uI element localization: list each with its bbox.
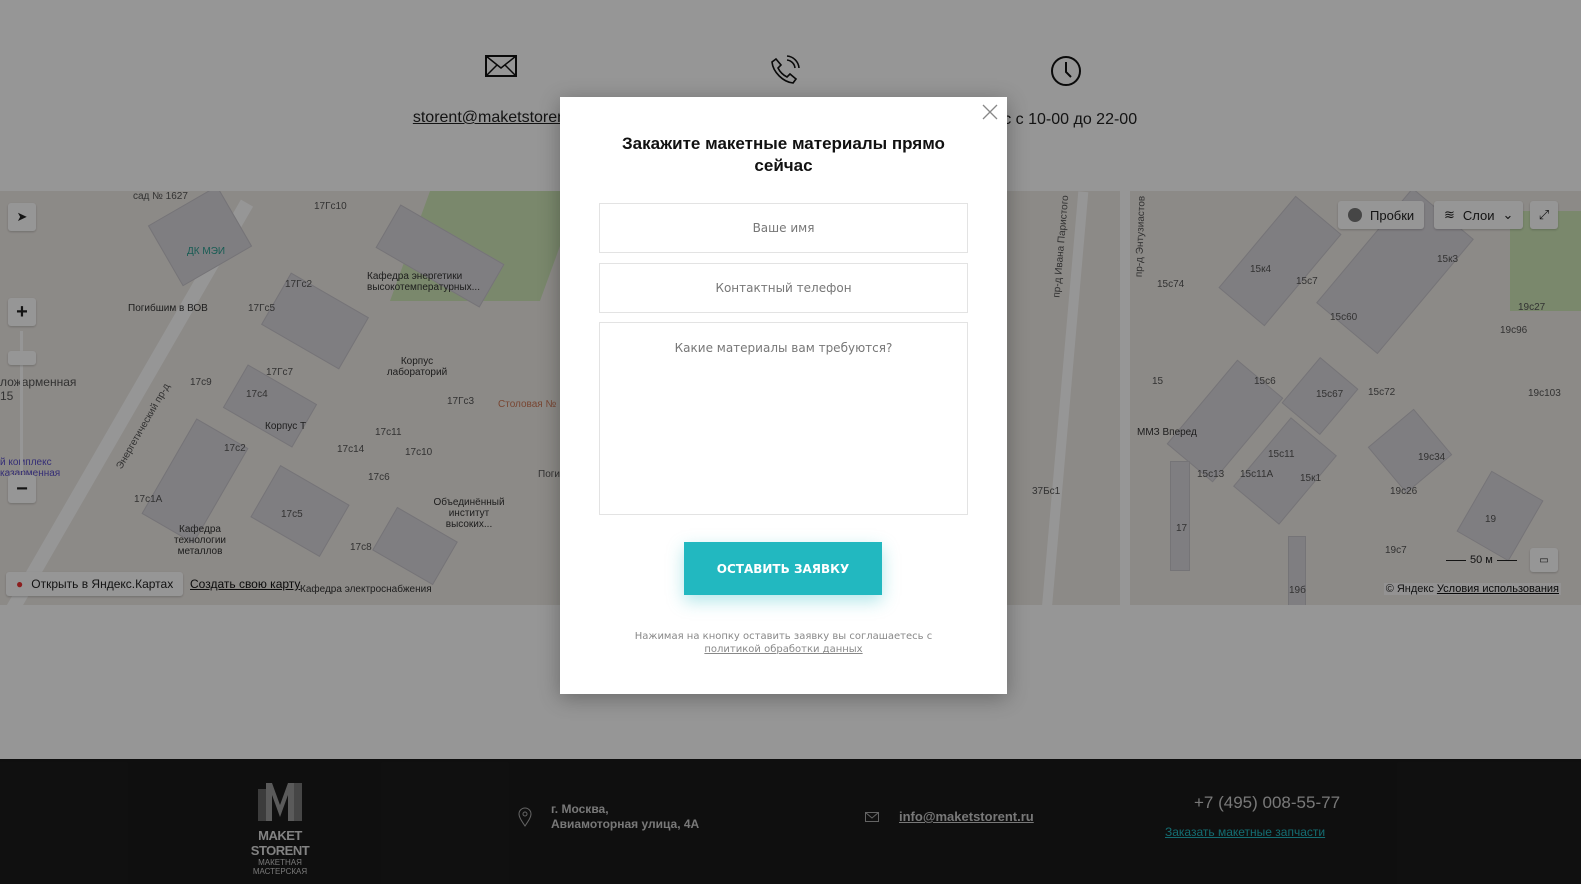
close-icon[interactable] xyxy=(981,103,999,121)
consent-text: Нажимая на кнопку оставить заявку вы сог… xyxy=(634,631,933,642)
privacy-policy-link[interactable]: политикой обработки данных xyxy=(704,644,862,655)
consent-note: Нажимая на кнопку оставить заявку вы сог… xyxy=(600,630,967,656)
submit-button[interactable]: ОСТАВИТЬ ЗАЯВКУ xyxy=(684,542,882,595)
order-modal: Закажите макетные материалы прямо сейчас… xyxy=(560,97,1007,694)
modal-title: Закажите макетные материалы прямо сейчас xyxy=(622,134,945,175)
phone-input[interactable]: Контактный телефон xyxy=(599,263,968,313)
name-input[interactable]: Ваше имя xyxy=(599,203,968,253)
materials-textarea[interactable]: Какие материалы вам требуются? xyxy=(599,322,968,515)
